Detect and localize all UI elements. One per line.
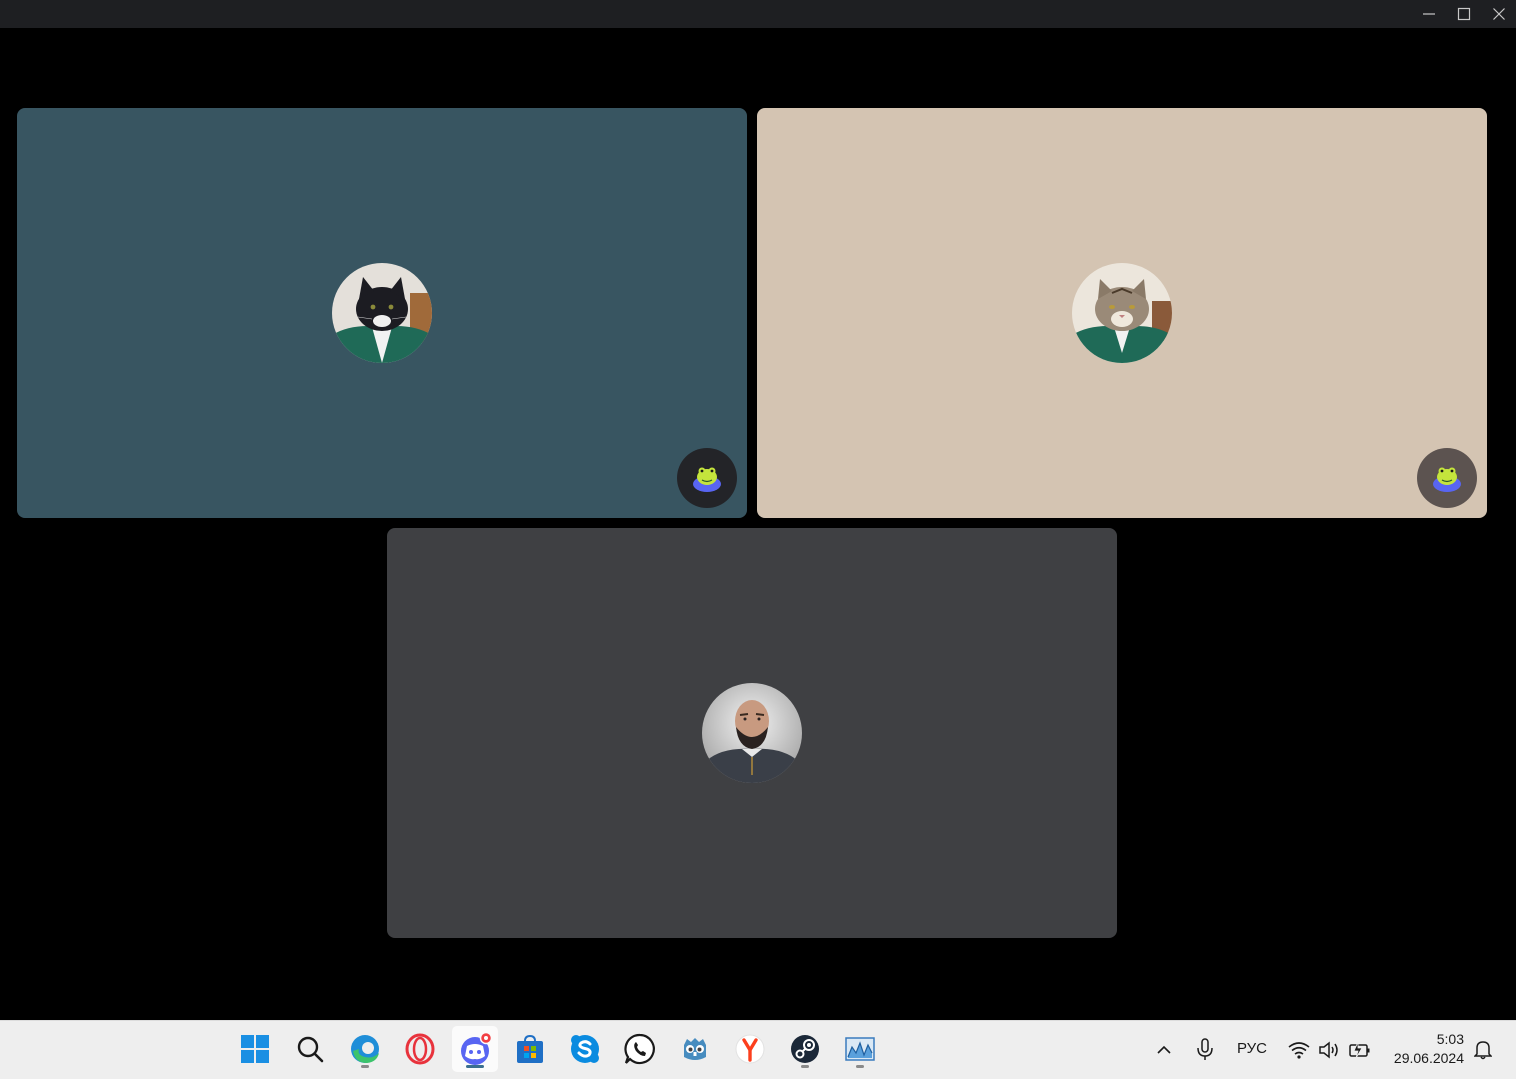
yandex-browser-icon [735,1034,765,1064]
steam-icon [791,1035,819,1063]
input-language-indicator[interactable]: РУС [1232,1040,1272,1057]
frog-on-disc-icon [693,467,721,492]
participant-tile[interactable] [387,528,1117,938]
microphone-button[interactable] [1193,1036,1217,1064]
edge-icon [351,1035,379,1063]
maximize-icon [1457,7,1471,21]
close-icon [1493,8,1505,20]
taskbar-app-skype[interactable] [562,1026,608,1072]
running-indicator [856,1065,864,1068]
store-icon [517,1034,543,1063]
microphone-icon [1197,1038,1213,1060]
whatsapp-icon [624,1033,655,1065]
system-monitor-icon [845,1037,875,1061]
clock-date: 29.06.2024 [1393,1050,1464,1066]
minimize-icon [1423,13,1435,15]
window-titlebar [0,0,1516,28]
godot-icon [684,1038,706,1060]
taskbar-app-discord[interactable] [452,1026,498,1072]
show-hidden-icons-button[interactable] [1152,1038,1176,1062]
participant-tile[interactable] [17,108,747,518]
battery-status[interactable] [1346,1038,1372,1062]
opera-icon [405,1033,435,1065]
clock-time: 5:03 [1436,1031,1464,1047]
windows-logo-icon [241,1035,269,1063]
maximize-button[interactable] [1447,0,1481,28]
running-indicator [466,1065,484,1068]
taskbar-app-microsoft-store[interactable] [507,1026,553,1072]
participant-tile[interactable] [757,108,1487,518]
activity-badge[interactable] [677,448,737,508]
close-button[interactable] [1482,0,1516,28]
volume-status[interactable] [1316,1038,1342,1062]
taskbar-app-whatsapp[interactable] [617,1026,663,1072]
taskbar-app-steam[interactable] [782,1026,828,1072]
frog-on-disc-icon [1433,467,1461,492]
speaker-icon [1319,1041,1338,1059]
taskbar-app-edge[interactable] [342,1026,388,1072]
activity-badge[interactable] [1417,448,1477,508]
bearded-man-avatar [702,683,802,783]
taskbar-app-yandex-browser[interactable] [727,1026,773,1072]
search-button[interactable] [287,1026,333,1072]
taskbar-app-godot[interactable] [672,1026,718,1072]
clock[interactable]: 5:03 29.06.2024 [1380,1030,1464,1068]
minimize-button[interactable] [1412,0,1446,28]
discord-icon [461,1032,492,1065]
chevron-up-icon [1157,1045,1171,1054]
running-indicator [801,1065,809,1068]
wifi-icon [1288,1042,1310,1059]
call-stage [0,28,1516,1020]
participant-avatar[interactable] [332,263,432,363]
wifi-status[interactable] [1286,1038,1312,1062]
search-icon [297,1036,324,1063]
participant-avatar[interactable] [1072,263,1172,363]
start-button[interactable] [232,1026,278,1072]
battery-charging-icon [1349,1041,1370,1059]
skype-icon [571,1035,599,1063]
running-indicator [361,1065,369,1068]
taskbar-app-system-monitor[interactable] [837,1026,883,1072]
participant-avatar[interactable] [702,683,802,783]
bell-icon [1474,1041,1492,1060]
tabby-cat-avatar [1072,263,1172,363]
taskbar-app-opera[interactable] [397,1026,443,1072]
notifications-button[interactable] [1471,1038,1495,1062]
black-cat-avatar [332,263,432,363]
